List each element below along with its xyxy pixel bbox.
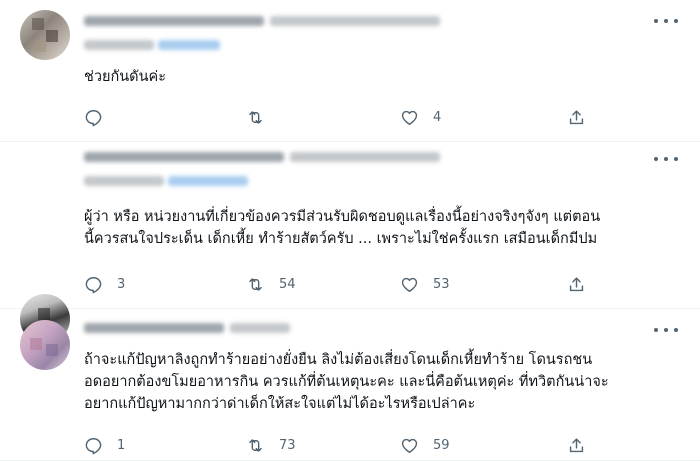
- reply-button[interactable]: 3: [84, 272, 125, 296]
- reply-card[interactable]: ผู้ว่า หรือ หน่วยงานที่เกี่ยวข้องควรมีส่…: [0, 142, 700, 344]
- action-bar: 1 73 59: [84, 433, 604, 457]
- retweet-icon: [246, 275, 265, 294]
- share-icon: [567, 436, 586, 455]
- share-button[interactable]: [567, 272, 586, 296]
- retweet-count: 54: [279, 276, 296, 292]
- reply-text-line: อดอยากต้องขโมยอาหารกิน ควรแก้ที่ต้นเหตุน…: [84, 374, 609, 390]
- avatar[interactable]: [20, 10, 70, 60]
- like-button[interactable]: 53: [400, 272, 450, 296]
- replying-to-handle-blurred[interactable]: [168, 176, 248, 186]
- reply-text-line: อยากแก้ปัญหามากกว่าด่าเด็กให้สะใจแต่ไม่ไ…: [84, 396, 476, 412]
- author-name-blurred[interactable]: [84, 16, 264, 26]
- like-count: 53: [433, 276, 450, 292]
- retweet-icon: [246, 108, 265, 127]
- share-icon: [567, 275, 586, 294]
- like-count: 4: [433, 109, 442, 125]
- reply-button[interactable]: [84, 105, 117, 129]
- reply-card[interactable]: ถ้าจะแก้ปัญหาลิงถูกทำร้ายอย่างยั่งยืน ลิ…: [0, 309, 700, 461]
- author-handle-blurred[interactable]: [270, 16, 440, 26]
- replying-to-handle-blurred[interactable]: [158, 40, 220, 50]
- like-count: 59: [433, 437, 450, 453]
- avatar[interactable]: [20, 320, 70, 370]
- more-button[interactable]: [654, 321, 678, 339]
- reply-text-line: ถ้าจะแก้ปัญหาลิงถูกทำร้ายอย่างยั่งยืน ลิ…: [84, 352, 593, 368]
- share-button[interactable]: [567, 433, 586, 457]
- author-name-blurred[interactable]: [84, 323, 224, 333]
- reply-text-line: ผู้ว่า หรือ หน่วยงานที่เกี่ยวข้องควรมีส่…: [84, 209, 601, 225]
- more-icon: [654, 328, 658, 332]
- reply-text-line: นี้ควรสนใจประเด็น เด็กเหี้ย ทำร้ายสัตว์ค…: [84, 231, 598, 247]
- reply-icon: [84, 436, 103, 455]
- retweet-button[interactable]: 73: [246, 433, 296, 457]
- replying-to-blurred: [84, 176, 164, 186]
- retweet-button[interactable]: 54: [246, 272, 296, 296]
- like-button[interactable]: 59: [400, 433, 450, 457]
- reply-text: ผู้ว่า หรือ หน่วยงานที่เกี่ยวข้องควรมีส่…: [84, 206, 600, 250]
- author-handle-blurred[interactable]: [290, 152, 440, 162]
- more-icon: [654, 157, 658, 161]
- action-bar: 4: [84, 105, 604, 129]
- reply-icon: [84, 108, 103, 127]
- author-handle-blurred[interactable]: [230, 323, 290, 333]
- author-name-blurred[interactable]: [84, 152, 284, 162]
- reply-count: 3: [117, 276, 126, 292]
- reply-button[interactable]: 1: [84, 433, 125, 457]
- retweet-button[interactable]: [246, 105, 279, 129]
- share-icon: [567, 108, 586, 127]
- heart-icon: [400, 108, 419, 127]
- reply-count: 1: [117, 437, 126, 453]
- more-icon: [654, 19, 658, 23]
- replying-to-blurred: [84, 40, 154, 50]
- retweet-count: 73: [279, 437, 296, 453]
- share-button[interactable]: [567, 105, 586, 129]
- reply-text: ถ้าจะแก้ปัญหาลิงถูกทำร้ายอย่างยั่งยืน ลิ…: [84, 349, 609, 415]
- heart-icon: [400, 275, 419, 294]
- like-button[interactable]: 4: [400, 105, 441, 129]
- reply-text-line: ช่วยกันดันค่ะ: [84, 69, 166, 85]
- reply-icon: [84, 275, 103, 294]
- action-bar: 3 54 53: [84, 272, 604, 296]
- more-button[interactable]: [654, 150, 678, 168]
- reply-text: ช่วยกันดันค่ะ: [84, 66, 166, 88]
- reply-card[interactable]: ช่วยกันดันค่ะ 4: [0, 0, 700, 142]
- more-button[interactable]: [654, 12, 678, 30]
- retweet-icon: [246, 436, 265, 455]
- heart-icon: [400, 436, 419, 455]
